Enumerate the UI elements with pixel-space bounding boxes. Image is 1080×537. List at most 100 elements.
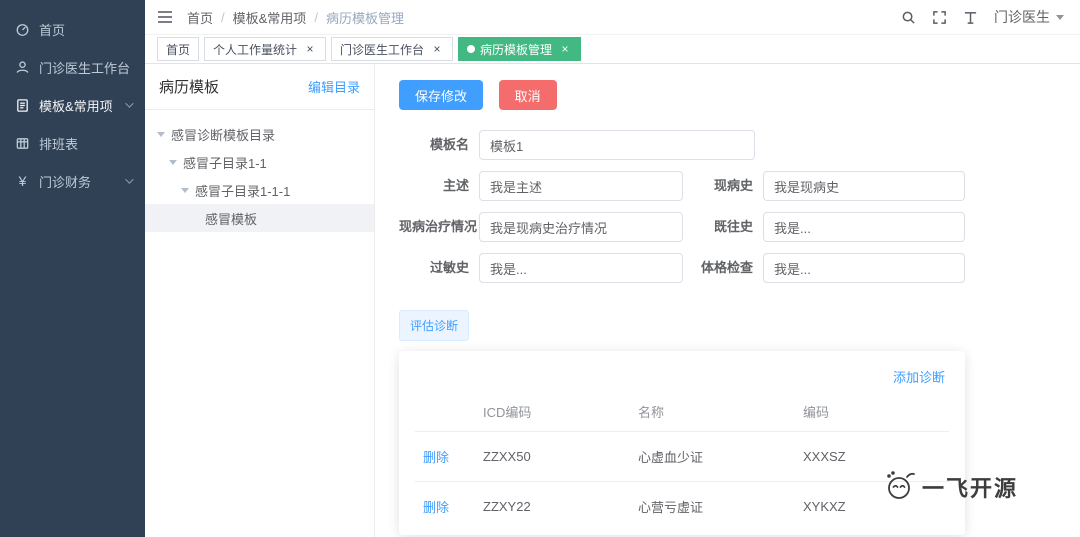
sidebar-item-label: 模板&常用项 bbox=[39, 98, 113, 114]
template-icon bbox=[14, 98, 31, 113]
form-row: 模板名 bbox=[399, 130, 965, 160]
schedule-icon bbox=[14, 136, 31, 151]
form-row: 过敏史 体格检查 bbox=[399, 253, 965, 283]
caret-down-icon bbox=[1056, 14, 1064, 20]
present-illness-input[interactable] bbox=[763, 171, 965, 201]
sidebar-item-home[interactable]: 首页 bbox=[0, 10, 145, 48]
add-diagnosis-button[interactable]: 添加诊断 bbox=[893, 370, 945, 385]
close-icon[interactable]: × bbox=[303, 42, 317, 56]
template-name-label: 模板名 bbox=[429, 137, 469, 152]
breadcrumb-separator: / bbox=[221, 9, 225, 25]
finance-icon: ¥ bbox=[18, 173, 27, 189]
tab-personal-workload-stats[interactable]: 个人工作量统计 × bbox=[204, 37, 327, 61]
past-history-input[interactable] bbox=[763, 212, 965, 242]
template-form: 模板名 主述 现病史 现病治疗情况 既往史 bbox=[399, 130, 965, 283]
sidebar-item-label: 门诊财务 bbox=[39, 174, 92, 190]
username-label: 门诊医生 bbox=[994, 9, 1050, 25]
breadcrumb-separator: / bbox=[314, 9, 318, 25]
name-column-header: 名称 bbox=[638, 405, 665, 420]
fullscreen-icon[interactable] bbox=[932, 10, 947, 25]
content: 病历模板 编辑目录 感冒诊断模板目录 感冒子目录1-1 感冒子目录1-1-1 感… bbox=[145, 64, 1080, 537]
present-illness-label: 现病史 bbox=[713, 178, 753, 193]
action-column-header bbox=[415, 392, 475, 432]
save-button[interactable]: 保存修改 bbox=[399, 80, 484, 110]
treatment-status-input[interactable] bbox=[479, 212, 683, 242]
dashboard-icon bbox=[14, 22, 31, 37]
active-dot bbox=[467, 45, 476, 53]
diagnosis-name-cell: 心营亏虚证 bbox=[630, 481, 795, 531]
tree-node[interactable]: 感冒子目录1-1-1 bbox=[145, 176, 374, 204]
template-editor: 保存修改 取消 模板名 主述 现病史 现病治疗情况 bbox=[375, 64, 1080, 537]
tab-doctor-workbench[interactable]: 门诊医生工作台 × bbox=[331, 37, 454, 61]
past-history-label: 既往史 bbox=[713, 219, 753, 234]
chief-complaint-label: 主述 bbox=[442, 178, 469, 193]
template-tree-panel: 病历模板 编辑目录 感冒诊断模板目录 感冒子目录1-1 感冒子目录1-1-1 感… bbox=[145, 64, 375, 537]
editor-actions: 保存修改 取消 bbox=[399, 80, 1080, 110]
watermark: 一飞开源 bbox=[880, 468, 1018, 505]
tree-node-label: 感冒子目录1-1-1 bbox=[195, 183, 291, 199]
sidebar-item-schedule[interactable]: 排班表 bbox=[0, 124, 145, 162]
user-dropdown[interactable]: 门诊医生 bbox=[994, 7, 1064, 27]
template-name-input[interactable] bbox=[479, 130, 755, 160]
close-icon[interactable]: × bbox=[430, 42, 444, 56]
tree-panel-header: 病历模板 编辑目录 bbox=[145, 64, 374, 110]
watermark-logo-icon bbox=[880, 468, 918, 505]
icd-code-cell: ZZXY22 bbox=[475, 481, 630, 531]
delete-diagnosis-button[interactable]: 删除 bbox=[423, 500, 449, 515]
diagnosis-card: 添加诊断 ICD编码 名称 编码 删除 ZZXX50 心虚血少证 XXXSZ 删… bbox=[399, 351, 965, 535]
tags-view-bar: 首页 个人工作量统计 × 门诊医生工作台 × 病历模板管理 × bbox=[145, 34, 1080, 64]
sidebar-item-label: 排班表 bbox=[39, 136, 79, 152]
tab-assessment-diagnosis[interactable]: 评估诊断 bbox=[399, 310, 470, 341]
tab-record-template-management[interactable]: 病历模板管理 × bbox=[458, 37, 582, 61]
tab-label: 门诊医生工作台 bbox=[340, 42, 425, 57]
sidebar-item-label: 门诊医生工作台 bbox=[39, 60, 131, 76]
main-column: 首页 / 模板&常用项 / 病历模板管理 门诊医生 首页 个人工作量统计 × 门… bbox=[145, 0, 1080, 537]
allergy-history-label: 过敏史 bbox=[429, 260, 469, 275]
chief-complaint-input[interactable] bbox=[479, 171, 683, 201]
sidebar-toggle-icon[interactable] bbox=[157, 10, 173, 24]
tree-panel-title: 病历模板 bbox=[159, 79, 220, 96]
delete-diagnosis-button[interactable]: 删除 bbox=[423, 450, 449, 465]
table-row: 删除 ZZXY22 心营亏虚证 XYKXZ bbox=[415, 481, 949, 531]
watermark-text: 一飞开源 bbox=[921, 475, 1018, 501]
caret-down-icon[interactable] bbox=[181, 187, 189, 193]
tree-node-label: 感冒模板 bbox=[205, 211, 258, 227]
caret-down-icon[interactable] bbox=[169, 159, 177, 165]
close-icon[interactable]: × bbox=[558, 42, 572, 56]
diagnosis-table: ICD编码 名称 编码 删除 ZZXX50 心虚血少证 XXXSZ 删除 ZZX… bbox=[415, 392, 949, 531]
form-row: 现病治疗情况 既往史 bbox=[399, 212, 965, 242]
breadcrumb-item-home[interactable]: 首页 bbox=[187, 8, 213, 27]
sidebar-item-finance[interactable]: ¥ 门诊财务 bbox=[0, 162, 145, 200]
chevron-down-icon bbox=[125, 99, 134, 108]
allergy-history-input[interactable] bbox=[479, 253, 683, 283]
tree-node-label: 感冒子目录1-1 bbox=[183, 155, 267, 171]
diagnosis-card-header: 添加诊断 bbox=[415, 365, 949, 392]
tab-label: 个人工作量统计 bbox=[213, 42, 298, 57]
doctor-workbench-icon bbox=[14, 60, 31, 75]
search-icon[interactable] bbox=[901, 10, 916, 25]
diagnosis-name-cell: 心虚血少证 bbox=[630, 431, 795, 482]
sidebar-item-doctor-workbench[interactable]: 门诊医生工作台 bbox=[0, 48, 145, 86]
tree-node-label: 感冒诊断模板目录 bbox=[171, 127, 276, 143]
breadcrumb-item-templates[interactable]: 模板&常用项 bbox=[233, 8, 307, 27]
template-tree: 感冒诊断模板目录 感冒子目录1-1 感冒子目录1-1-1 感冒模板 bbox=[145, 110, 374, 242]
font-size-icon[interactable] bbox=[963, 10, 978, 25]
navbar-actions: 门诊医生 bbox=[901, 7, 1064, 27]
physical-exam-label: 体格检查 bbox=[700, 260, 753, 275]
tab-home[interactable]: 首页 bbox=[157, 37, 200, 61]
tree-node-selected[interactable]: 感冒模板 bbox=[145, 204, 374, 232]
breadcrumb-item-current: 病历模板管理 bbox=[325, 10, 404, 26]
caret-down-icon[interactable] bbox=[157, 131, 165, 137]
treatment-status-label: 现病治疗情况 bbox=[399, 219, 478, 234]
tree-node[interactable]: 感冒子目录1-1 bbox=[145, 148, 374, 176]
edit-directory-button[interactable]: 编辑目录 bbox=[308, 77, 360, 96]
cancel-button[interactable]: 取消 bbox=[498, 80, 557, 110]
chevron-down-icon bbox=[125, 175, 134, 184]
form-row: 主述 现病史 bbox=[399, 171, 965, 201]
sidebar-item-templates[interactable]: 模板&常用项 bbox=[0, 86, 145, 124]
tree-node[interactable]: 感冒诊断模板目录 bbox=[145, 120, 374, 148]
tab-label: 病历模板管理 bbox=[480, 42, 553, 57]
physical-exam-input[interactable] bbox=[763, 253, 965, 283]
app-root: 首页 门诊医生工作台 模板&常用项 排班表 ¥ 门诊财务 首页 / 模板&常用项… bbox=[0, 0, 1080, 537]
code-column-header: 编码 bbox=[803, 405, 830, 420]
